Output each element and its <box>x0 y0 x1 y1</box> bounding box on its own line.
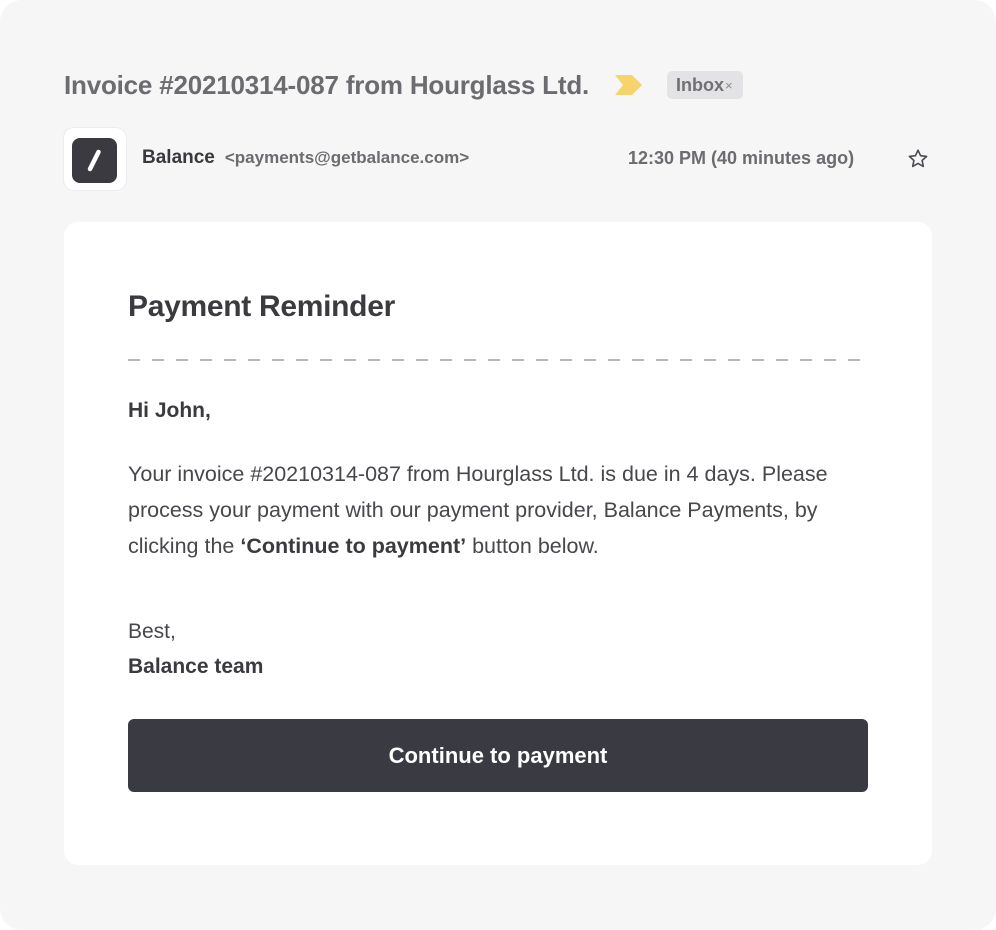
sender-avatar <box>64 128 126 190</box>
importance-marker-icon[interactable] <box>615 75 643 95</box>
greeting: Hi John, <box>128 399 211 422</box>
sender-name: Balance <box>142 147 215 168</box>
balance-logo-icon <box>72 138 117 183</box>
sender-info: Balance <payments@getbalance.com> <box>142 147 469 169</box>
signature: Balance team <box>128 655 264 678</box>
body-emphasis: ‘Continue to payment’ <box>240 534 467 558</box>
inbox-label-chip[interactable]: Inbox × <box>667 71 743 99</box>
message-card: Payment Reminder Hi John, Your invoice #… <box>64 222 932 865</box>
remove-label-icon[interactable]: × <box>725 78 733 93</box>
email-timestamp: 12:30 PM (40 minutes ago) <box>628 148 855 168</box>
email-subject: Invoice #20210314-087 from Hourglass Ltd… <box>64 69 590 100</box>
continue-to-payment-button[interactable]: Continue to payment <box>128 719 868 792</box>
dashed-divider <box>128 359 868 361</box>
subject-row: Invoice #20210314-087 from Hourglass Ltd… <box>64 68 743 102</box>
email-view: Invoice #20210314-087 from Hourglass Ltd… <box>0 0 996 930</box>
star-outline-icon[interactable] <box>906 147 930 171</box>
sender-email: <payments@getbalance.com> <box>224 148 470 167</box>
body-text-end: button below. <box>466 534 599 558</box>
message-body: Your invoice #20210314-087 from Hourglas… <box>128 456 868 564</box>
message-title: Payment Reminder <box>128 290 395 323</box>
inbox-label-text: Inbox <box>676 74 725 95</box>
signoff: Best, <box>128 620 176 643</box>
